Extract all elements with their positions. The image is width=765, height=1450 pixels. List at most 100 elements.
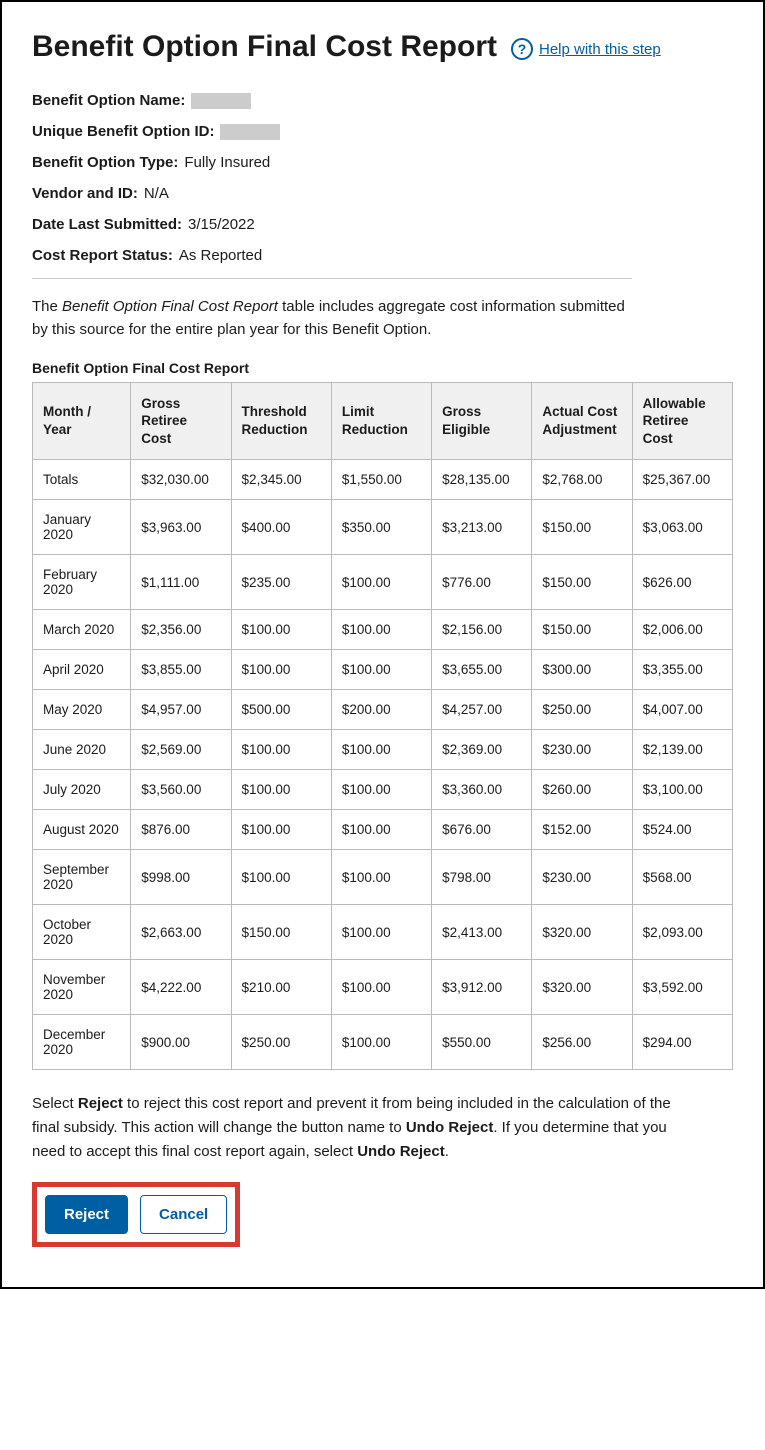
- meta-status-label: Cost Report Status:: [32, 247, 173, 264]
- cell-value: $1,111.00: [131, 555, 231, 610]
- cell-value: $3,912.00: [432, 960, 532, 1015]
- col-gross-retiree: Gross Retiree Cost: [131, 382, 231, 460]
- cell-value: $4,957.00: [131, 690, 231, 730]
- cell-value: $100.00: [231, 770, 331, 810]
- help-link-text: Help with this step: [539, 41, 661, 58]
- cell-value: $1,550.00: [331, 460, 431, 500]
- intro-prefix: The: [32, 298, 62, 315]
- cell-value: $25,367.00: [632, 460, 732, 500]
- table-body: Totals$32,030.00$2,345.00$1,550.00$28,13…: [33, 460, 733, 1070]
- meta-name-label: Benefit Option Name:: [32, 92, 185, 109]
- cell-month: January 2020: [33, 500, 131, 555]
- meta-type: Benefit Option Type: Fully Insured: [32, 154, 733, 171]
- cell-value: $900.00: [131, 1015, 231, 1070]
- cell-value: $2,663.00: [131, 905, 231, 960]
- cell-value: $28,135.00: [432, 460, 532, 500]
- cell-value: $3,855.00: [131, 650, 231, 690]
- cell-month: April 2020: [33, 650, 131, 690]
- col-allowable: Allowable Retiree Cost: [632, 382, 732, 460]
- instructions: Select Reject to reject this cost report…: [32, 1092, 672, 1164]
- table-row: September 2020$998.00$100.00$100.00$798.…: [33, 850, 733, 905]
- cancel-button[interactable]: Cancel: [140, 1195, 227, 1234]
- cell-value: $4,222.00: [131, 960, 231, 1015]
- cell-month: February 2020: [33, 555, 131, 610]
- cell-value: $2,413.00: [432, 905, 532, 960]
- col-gross-eligible: Gross Eligible: [432, 382, 532, 460]
- instr-b1: Reject: [78, 1095, 123, 1112]
- table-row: October 2020$2,663.00$150.00$100.00$2,41…: [33, 905, 733, 960]
- meta-date-label: Date Last Submitted:: [32, 216, 182, 233]
- cell-value: $100.00: [331, 770, 431, 810]
- meta-name: Benefit Option Name:: [32, 92, 733, 109]
- col-month: Month / Year: [33, 382, 131, 460]
- cell-value: $2,006.00: [632, 610, 732, 650]
- cell-value: $235.00: [231, 555, 331, 610]
- reject-button[interactable]: Reject: [45, 1195, 128, 1234]
- meta-block: Benefit Option Name: Unique Benefit Opti…: [32, 92, 733, 264]
- help-icon: ?: [511, 38, 533, 60]
- cell-month: March 2020: [33, 610, 131, 650]
- meta-id: Unique Benefit Option ID:: [32, 123, 733, 140]
- cell-value: $550.00: [432, 1015, 532, 1070]
- cell-value: $524.00: [632, 810, 732, 850]
- cell-value: $100.00: [331, 960, 431, 1015]
- meta-date: Date Last Submitted: 3/15/2022: [32, 216, 733, 233]
- cell-value: $2,156.00: [432, 610, 532, 650]
- cell-value: $798.00: [432, 850, 532, 905]
- cell-value: $3,592.00: [632, 960, 732, 1015]
- cell-value: $230.00: [532, 850, 632, 905]
- table-row: June 2020$2,569.00$100.00$100.00$2,369.0…: [33, 730, 733, 770]
- cell-value: $152.00: [532, 810, 632, 850]
- cell-value: $230.00: [532, 730, 632, 770]
- cell-value: $3,963.00: [131, 500, 231, 555]
- cell-month: August 2020: [33, 810, 131, 850]
- col-actual-adj: Actual Cost Adjustment: [532, 382, 632, 460]
- page-title: Benefit Option Final Cost Report: [32, 30, 497, 64]
- cell-value: $100.00: [231, 610, 331, 650]
- help-link-wrap[interactable]: ? Help with this step: [511, 38, 661, 60]
- cell-value: $100.00: [231, 650, 331, 690]
- button-highlight-box: Reject Cancel: [32, 1182, 240, 1247]
- cell-value: $3,355.00: [632, 650, 732, 690]
- table-row: May 2020$4,957.00$500.00$200.00$4,257.00…: [33, 690, 733, 730]
- cell-month: June 2020: [33, 730, 131, 770]
- cell-value: $3,213.00: [432, 500, 532, 555]
- table-row: January 2020$3,963.00$400.00$350.00$3,21…: [33, 500, 733, 555]
- cell-value: $100.00: [331, 555, 431, 610]
- cell-month: Totals: [33, 460, 131, 500]
- cell-value: $2,093.00: [632, 905, 732, 960]
- instr-p4: .: [445, 1143, 449, 1160]
- cell-value: $100.00: [231, 810, 331, 850]
- cell-value: $776.00: [432, 555, 532, 610]
- cell-value: $100.00: [231, 850, 331, 905]
- cell-value: $100.00: [331, 730, 431, 770]
- cell-month: October 2020: [33, 905, 131, 960]
- table-row: March 2020$2,356.00$100.00$100.00$2,156.…: [33, 610, 733, 650]
- cell-value: $320.00: [532, 905, 632, 960]
- cell-value: $100.00: [331, 610, 431, 650]
- table-row: Totals$32,030.00$2,345.00$1,550.00$28,13…: [33, 460, 733, 500]
- cell-value: $150.00: [231, 905, 331, 960]
- cell-value: $998.00: [131, 850, 231, 905]
- cell-value: $626.00: [632, 555, 732, 610]
- col-limit: Limit Reduction: [331, 382, 431, 460]
- table-row: July 2020$3,560.00$100.00$100.00$3,360.0…: [33, 770, 733, 810]
- redacted-id: [220, 124, 280, 140]
- instr-b3: Undo Reject: [357, 1143, 445, 1160]
- cell-value: $100.00: [231, 730, 331, 770]
- report-page: Benefit Option Final Cost Report ? Help …: [0, 0, 765, 1289]
- cell-value: $100.00: [331, 1015, 431, 1070]
- cell-value: $2,139.00: [632, 730, 732, 770]
- cell-value: $100.00: [331, 850, 431, 905]
- meta-vendor-value: N/A: [144, 185, 169, 202]
- cell-value: $3,560.00: [131, 770, 231, 810]
- cell-month: July 2020: [33, 770, 131, 810]
- cell-value: $3,655.00: [432, 650, 532, 690]
- cell-value: $876.00: [131, 810, 231, 850]
- table-header-row: Month / Year Gross Retiree Cost Threshol…: [33, 382, 733, 460]
- cell-value: $4,007.00: [632, 690, 732, 730]
- instr-p1: Select: [32, 1095, 78, 1112]
- cell-value: $150.00: [532, 555, 632, 610]
- cell-value: $250.00: [532, 690, 632, 730]
- table-row: February 2020$1,111.00$235.00$100.00$776…: [33, 555, 733, 610]
